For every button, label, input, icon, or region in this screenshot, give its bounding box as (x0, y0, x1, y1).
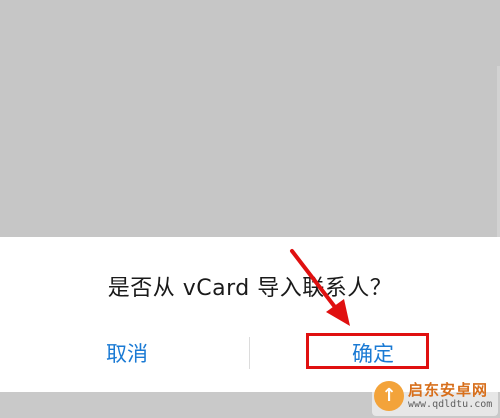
watermark-title: 启东安卓网 (408, 381, 489, 399)
button-divider (249, 337, 250, 369)
confirm-button[interactable]: 确定 (330, 335, 416, 373)
import-vcard-dialog: 是否从 vCard 导入联系人？ 取消 确定 (0, 237, 500, 392)
watermark: ↑ 启东安卓网 www.qdldtu.com (372, 378, 498, 416)
rocket-icon: ↑ (374, 381, 404, 411)
cancel-button[interactable]: 取消 (92, 335, 162, 373)
watermark-url: www.qdldtu.com (408, 399, 493, 410)
background-scrim[interactable] (0, 0, 500, 237)
dialog-message: 是否从 vCard 导入联系人？ (107, 276, 393, 301)
